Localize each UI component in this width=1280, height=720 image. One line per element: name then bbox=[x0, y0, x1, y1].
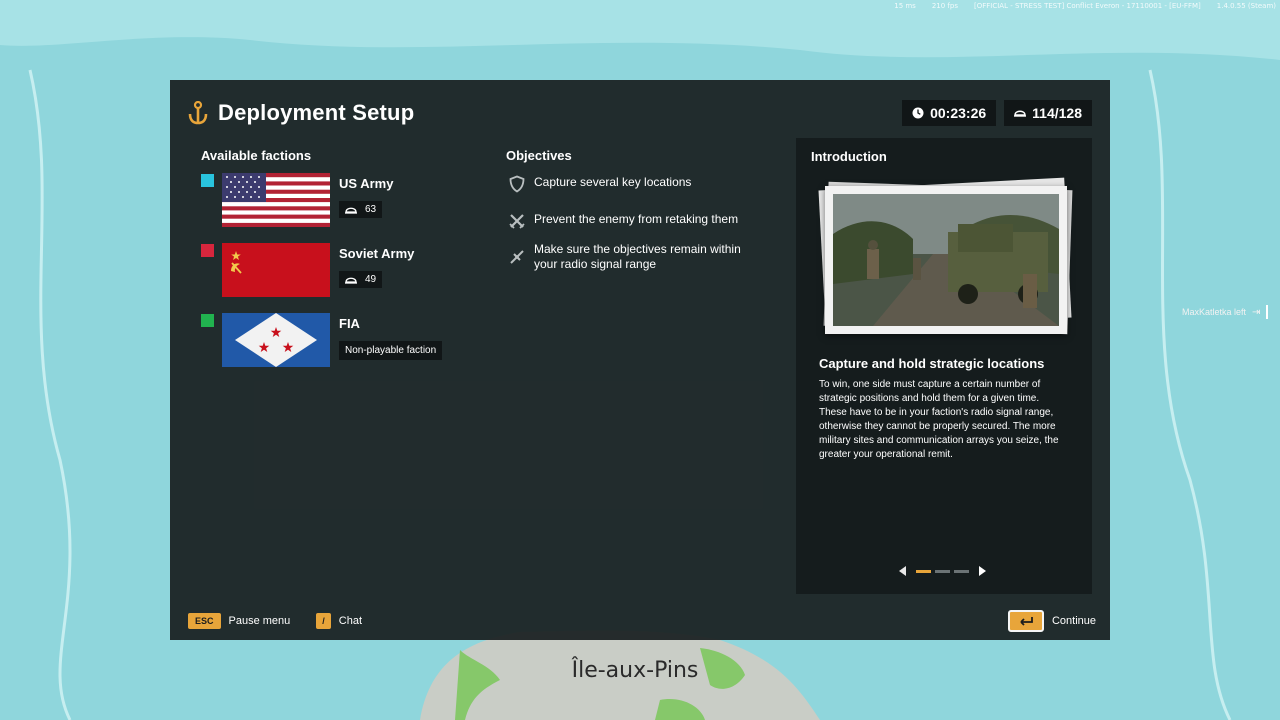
anchor-icon bbox=[188, 101, 208, 125]
factions-title: Available factions bbox=[201, 148, 312, 163]
soviet-flag bbox=[222, 243, 330, 297]
players-count: 114/128 bbox=[1032, 105, 1082, 121]
server-name: [OFFICIAL - STRESS TEST] Conflict Everon… bbox=[973, 2, 1201, 10]
objective-text: Prevent the enemy from retaking them bbox=[534, 212, 739, 226]
fia-flag bbox=[222, 313, 330, 367]
return-arrow-icon bbox=[1020, 617, 1033, 626]
faction-color-swatch bbox=[201, 314, 214, 327]
esc-key-badge[interactable]: ESC bbox=[188, 613, 221, 629]
faction-fia[interactable]: FIA Non-playable faction bbox=[201, 313, 443, 367]
chat-key-badge[interactable]: / bbox=[316, 613, 331, 629]
player-count-value: 63 bbox=[365, 204, 377, 215]
helmet-icon bbox=[1014, 110, 1027, 117]
faction-name: FIA bbox=[339, 316, 360, 331]
fps-readout: 210 fps bbox=[931, 2, 958, 10]
intro-pager bbox=[899, 566, 986, 576]
header-stats: 00:23:26 114/128 bbox=[902, 100, 1092, 126]
faction-info: Soviet Army 49 bbox=[339, 243, 414, 297]
objective-item: Capture several key locations bbox=[508, 175, 754, 193]
page-indicator[interactable] bbox=[954, 569, 969, 573]
status-bar: 15 ms 210 fps [OFFICIAL - STRESS TEST] C… bbox=[894, 0, 1276, 12]
version-readout: 1.4.0.55 (Steam) bbox=[1216, 2, 1276, 10]
objective-item: Make sure the objectives remain within y… bbox=[508, 242, 754, 272]
introduction-title: Introduction bbox=[811, 149, 887, 164]
faction-name: US Army bbox=[339, 176, 394, 191]
enter-key-icon[interactable] bbox=[1007, 610, 1044, 632]
objective-text: Make sure the objectives remain within y… bbox=[534, 242, 741, 271]
timer-value: 00:23:26 bbox=[930, 105, 987, 121]
faction-color-swatch bbox=[201, 174, 214, 187]
faction-us-army[interactable]: US Army 63 bbox=[201, 173, 393, 227]
notification-bar bbox=[1266, 305, 1269, 319]
clock-icon bbox=[912, 107, 924, 119]
leave-icon: ⇥ bbox=[1252, 306, 1261, 318]
battlefield-illustration bbox=[833, 194, 1059, 326]
footer-hints: ESC Pause menu / Chat bbox=[188, 613, 362, 629]
timer-chip: 00:23:26 bbox=[902, 100, 997, 126]
pause-menu-label[interactable]: Pause menu bbox=[229, 615, 291, 627]
panel-header: Deployment Setup bbox=[188, 100, 414, 126]
crossed-swords-icon bbox=[509, 214, 525, 229]
objective-text: Capture several key locations bbox=[534, 175, 692, 189]
previous-arrow-icon[interactable] bbox=[899, 566, 906, 576]
intro-headline: Capture and hold strategic locations bbox=[819, 356, 1045, 371]
objective-item: Prevent the enemy from retaking them bbox=[508, 212, 754, 230]
radio-signal-icon bbox=[510, 250, 524, 264]
helmet-icon bbox=[345, 277, 357, 284]
notification-text: MaxKatletka left bbox=[1182, 307, 1247, 317]
ping-readout: 15 ms bbox=[894, 2, 916, 10]
players-chip: 114/128 bbox=[1004, 100, 1092, 126]
faction-name: Soviet Army bbox=[339, 246, 415, 261]
deployment-setup-panel: Deployment Setup 00:23:26 114/128 Availa… bbox=[170, 80, 1110, 640]
intro-body: To win, one side must capture a certain … bbox=[819, 379, 1059, 460]
chat-label[interactable]: Chat bbox=[339, 615, 362, 627]
faction-player-count: 63 bbox=[339, 201, 383, 218]
helmet-icon bbox=[345, 207, 357, 214]
non-playable-badge: Non-playable faction bbox=[339, 341, 443, 360]
faction-soviet-army[interactable]: Soviet Army 49 bbox=[201, 243, 414, 297]
page-indicator[interactable] bbox=[935, 569, 950, 573]
shield-icon bbox=[509, 175, 525, 193]
continue-label[interactable]: Continue bbox=[1052, 615, 1096, 627]
page-title: Deployment Setup bbox=[218, 100, 415, 125]
objectives-title: Objectives bbox=[506, 148, 572, 163]
player-count-value: 49 bbox=[365, 274, 377, 285]
faction-info: FIA Non-playable faction bbox=[339, 313, 443, 367]
us-flag bbox=[222, 173, 330, 227]
faction-color-swatch bbox=[201, 244, 214, 257]
next-arrow-icon[interactable] bbox=[979, 566, 986, 576]
introduction-panel: Introduction Capture and hold strategic … bbox=[796, 138, 1092, 594]
faction-info: US Army 63 bbox=[339, 173, 393, 227]
page-indicator-active[interactable] bbox=[916, 569, 931, 573]
player-left-notification: MaxKatletka left ⇥ bbox=[1182, 305, 1269, 319]
faction-player-count: 49 bbox=[339, 271, 383, 288]
continue-button[interactable]: Continue bbox=[1007, 610, 1096, 632]
intro-photo bbox=[825, 186, 1067, 334]
map-place-label: Île-aux-Pins bbox=[571, 658, 699, 683]
